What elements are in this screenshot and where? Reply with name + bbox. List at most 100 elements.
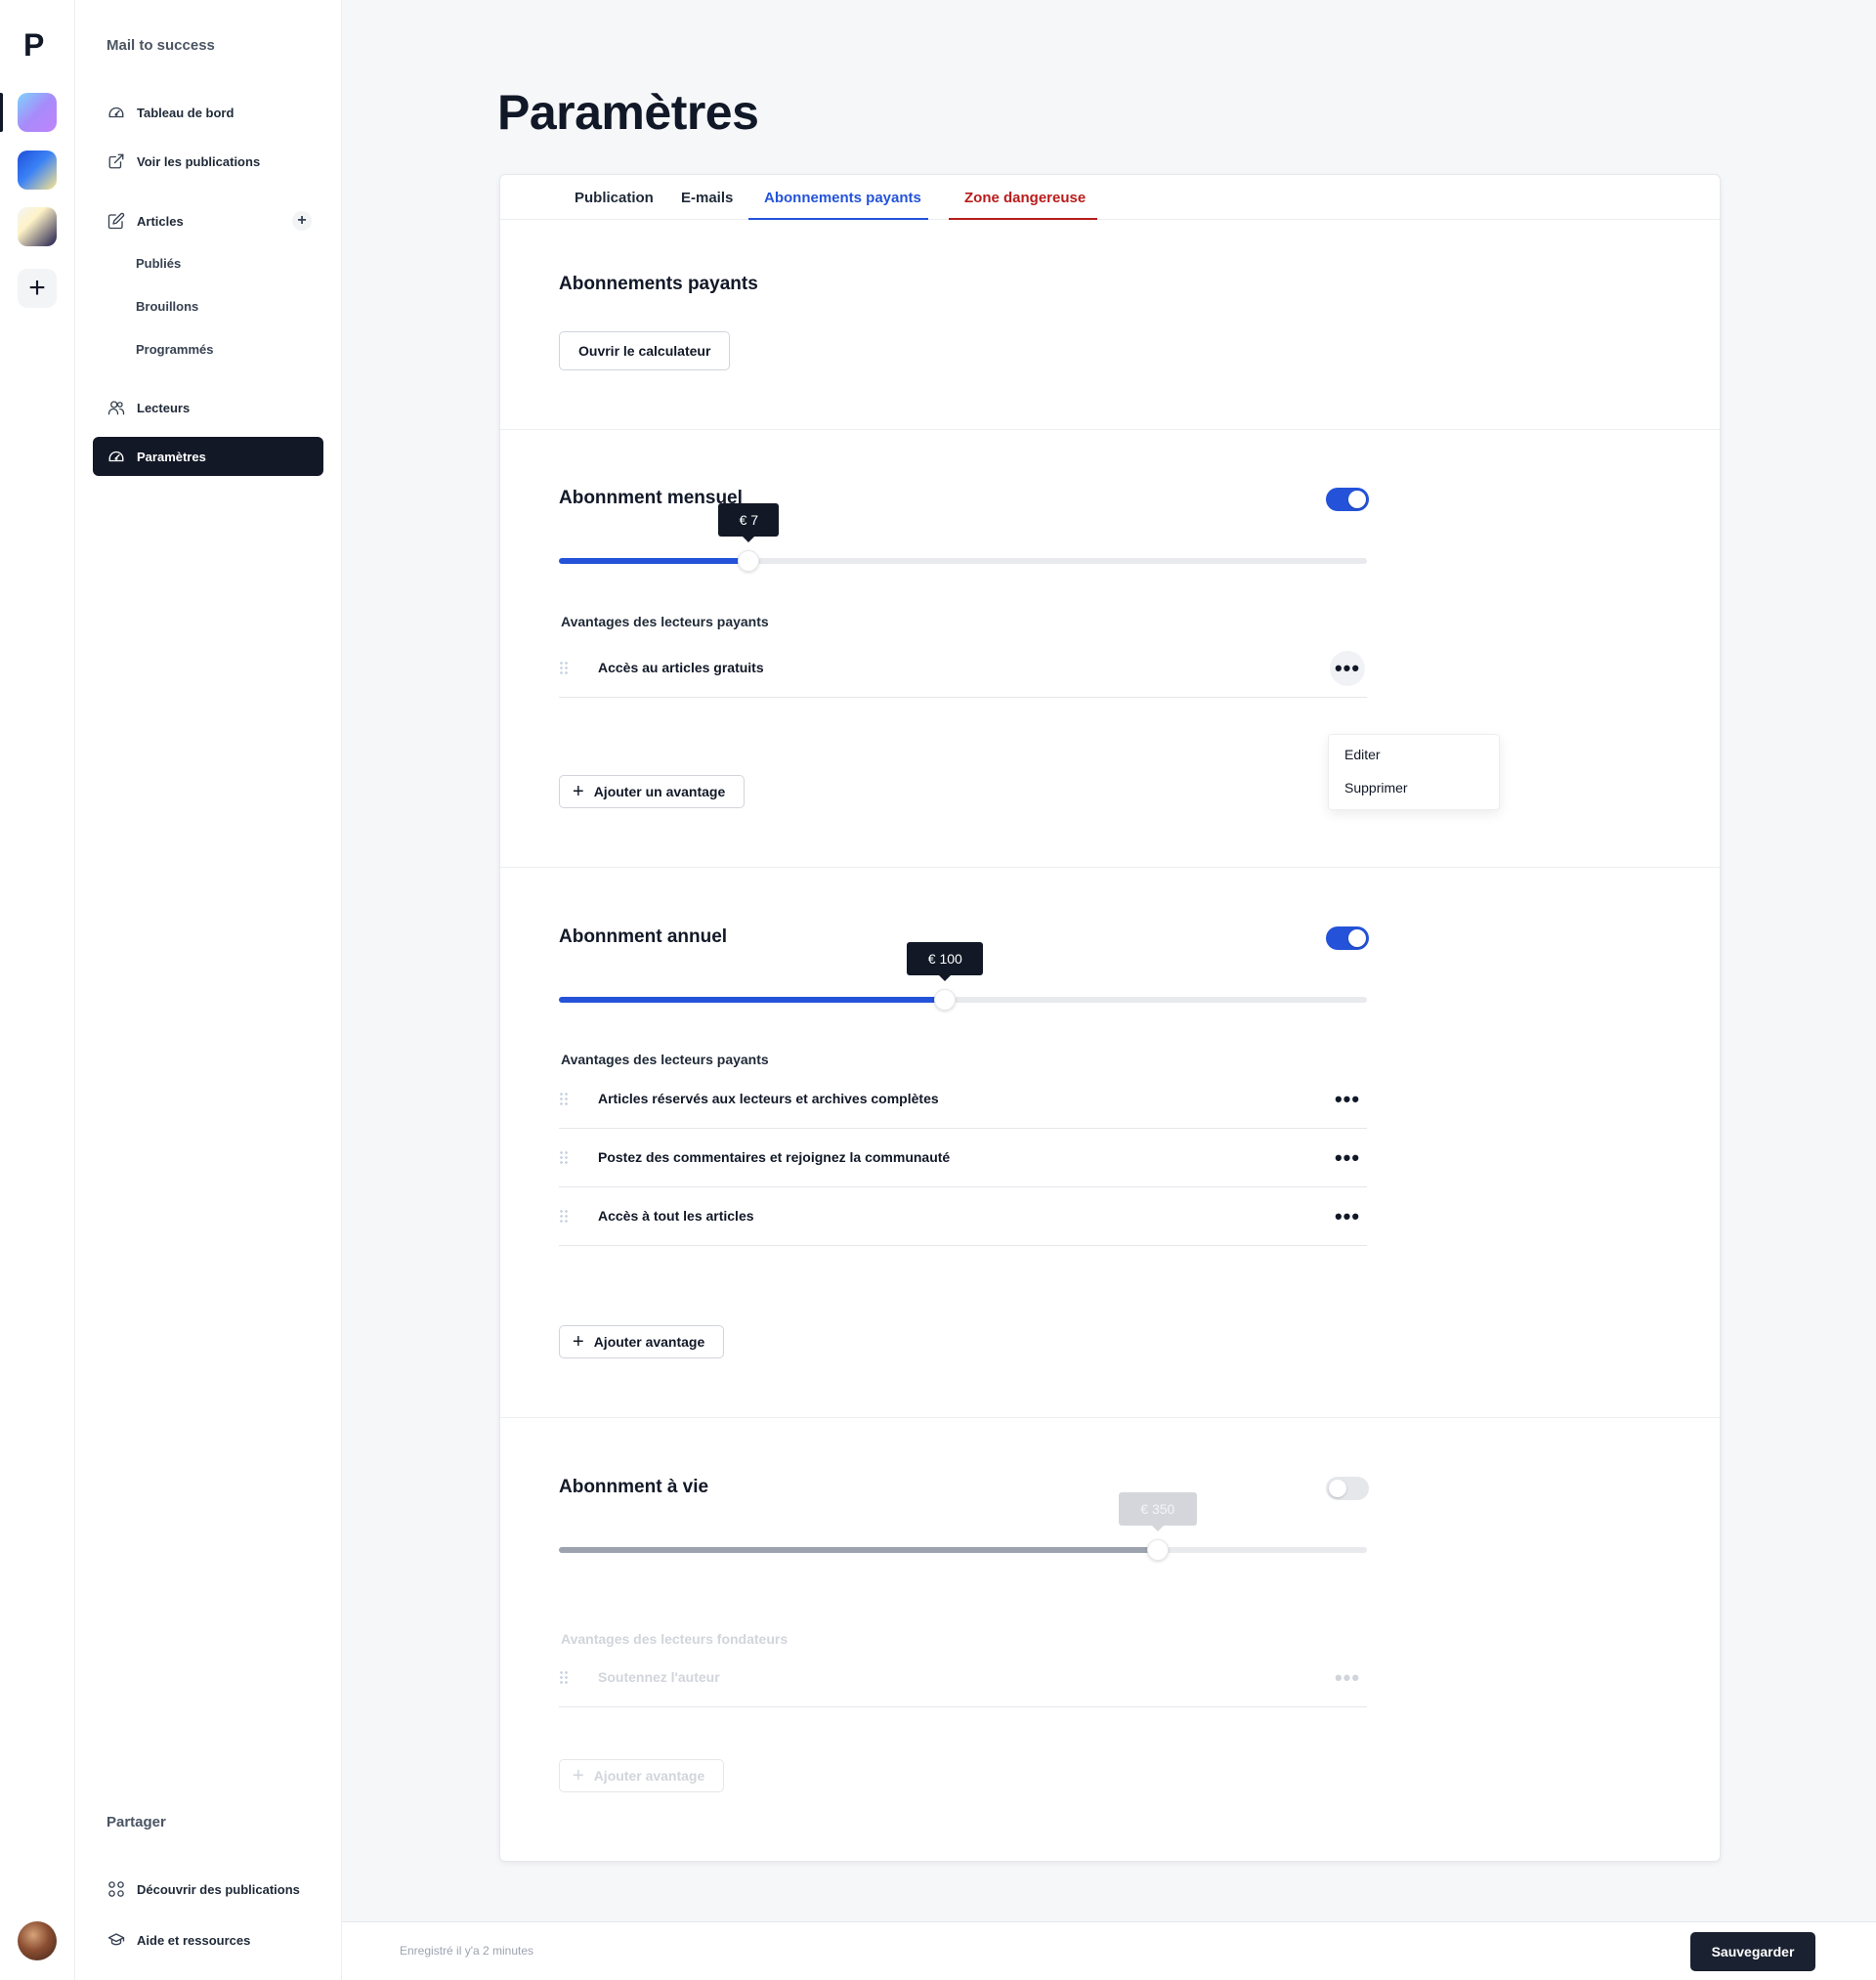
save-button[interactable]: Sauvegarder [1690, 1932, 1815, 1971]
plus-icon: + [573, 1331, 584, 1353]
more-options-button[interactable]: ••• [1330, 1082, 1365, 1117]
page-title: Paramètres [497, 85, 759, 140]
slider-fill [559, 558, 749, 564]
external-link-icon [107, 151, 126, 171]
edit-icon [107, 211, 126, 231]
saved-status: Enregistré il y'a 2 minutes [400, 1944, 534, 1958]
sidebar-item-discover[interactable]: Découvrir des publications [93, 1870, 323, 1909]
sidebar-item-dashboard[interactable]: Tableau de bord [93, 93, 323, 132]
paid-subscriptions-heading: Abonnements payants [559, 274, 758, 294]
drag-handle-icon[interactable] [559, 1209, 569, 1223]
add-benefit-label: Ajouter avantage [593, 1768, 705, 1784]
lifetime-subscription-heading: Abonnment à vie [559, 1477, 709, 1497]
slider-fill [559, 1547, 1158, 1553]
annual-subscription-heading: Abonnment annuel [559, 926, 728, 947]
list-item: Soutennez l'auteur ••• [559, 1649, 1367, 1707]
sidebar-subitem-published[interactable]: Publiés [136, 256, 181, 271]
benefit-options-menu: Editer Supprimer [1328, 734, 1500, 810]
plus-icon: + [573, 781, 584, 802]
section-divider [500, 429, 1720, 430]
active-tab-underline [748, 218, 928, 220]
publication-name: Mail to success [107, 37, 215, 54]
sidebar-item-settings[interactable]: Paramètres [93, 437, 323, 476]
benefit-text: Articles réservés aux lecteurs et archiv… [598, 1091, 939, 1106]
tab-danger-zone[interactable]: Zone dangereuse [964, 190, 1086, 206]
sidebar-item-label: Voir les publications [137, 153, 261, 169]
monthly-price-slider[interactable]: € 7 [559, 503, 1367, 572]
danger-tab-underline [949, 218, 1097, 220]
lifetime-price-slider[interactable]: € 350 [559, 1492, 1367, 1561]
sidebar-item-view-publications[interactable]: Voir les publications [93, 142, 323, 181]
settings-card: Publication E-mails Abonnements payants … [499, 174, 1721, 1862]
grid-circles-icon [107, 1879, 126, 1899]
sidebar-item-help[interactable]: Aide et ressources [93, 1920, 323, 1959]
list-item: Articles réservés aux lecteurs et archiv… [559, 1070, 1367, 1129]
settings-tabs: Publication E-mails Abonnements payants … [500, 175, 1720, 220]
add-benefit-button: + Ajouter avantage [559, 1759, 725, 1792]
dashboard-gauge-icon [107, 103, 126, 122]
sidebar-item-label: Lecteurs [137, 400, 191, 415]
slider-thumb[interactable] [1146, 1539, 1169, 1561]
monthly-benefits-heading: Avantages des lecteurs payants [561, 614, 769, 629]
tab-publication[interactable]: Publication [575, 190, 654, 206]
price-tooltip: € 100 [907, 942, 984, 981]
slider-thumb[interactable] [934, 989, 957, 1011]
add-workspace-button[interactable]: + [18, 269, 57, 308]
benefit-text: Postez des commentaires et rejoignez la … [598, 1149, 951, 1165]
workspace-3[interactable] [18, 207, 57, 246]
open-calculator-button[interactable]: Ouvrir le calculateur [559, 331, 731, 370]
list-item: Accès à tout les articles ••• [559, 1187, 1367, 1246]
more-options-button[interactable]: ••• [1330, 1199, 1365, 1234]
drag-handle-icon[interactable] [559, 1092, 569, 1105]
add-article-button[interactable]: + [292, 211, 312, 231]
more-options-button[interactable]: ••• [1330, 1141, 1365, 1176]
add-benefit-button[interactable]: + Ajouter avantage [559, 1325, 725, 1358]
benefit-text: Soutennez l'auteur [598, 1669, 720, 1685]
footer-bar: Enregistré il y'a 2 minutes Sauvegarder [342, 1921, 1876, 1980]
more-options-button: ••• [1334, 1665, 1361, 1690]
drag-handle-icon[interactable] [559, 1150, 569, 1164]
annual-price-slider[interactable]: € 100 [559, 942, 1367, 1011]
share-heading: Partager [107, 1814, 166, 1830]
graduation-cap-icon [107, 1930, 126, 1950]
tab-emails[interactable]: E-mails [681, 190, 733, 206]
sidebar-item-label: Paramètres [137, 449, 206, 464]
menu-item-edit[interactable]: Editer [1344, 747, 1381, 762]
tab-paid-subscriptions[interactable]: Abonnements payants [764, 190, 921, 206]
workspace-1[interactable] [18, 93, 57, 132]
benefit-text: Accès à tout les articles [598, 1208, 754, 1224]
drag-handle-icon[interactable] [559, 661, 569, 674]
active-workspace-indicator [0, 93, 3, 132]
add-benefit-label: Ajouter avantage [593, 1334, 705, 1350]
list-item: Accès au articles gratuits ••• [559, 639, 1367, 698]
users-icon [107, 398, 126, 417]
app-logo: P [23, 27, 45, 63]
sidebar-subitem-scheduled[interactable]: Programmés [136, 342, 213, 357]
slider-thumb[interactable] [738, 550, 760, 572]
price-tooltip: € 350 [1118, 1492, 1197, 1531]
toggle-knob [1348, 491, 1366, 508]
plus-icon: + [573, 1765, 584, 1786]
sidebar-item-label: Découvrir des publications [137, 1881, 300, 1897]
menu-item-delete[interactable]: Supprimer [1344, 780, 1408, 796]
slider-fill [559, 997, 946, 1003]
add-benefit-button[interactable]: + Ajouter un avantage [559, 775, 746, 808]
sidebar-subitem-drafts[interactable]: Brouillons [136, 299, 198, 314]
sidebar-item-label: Aide et ressources [137, 1932, 251, 1948]
add-benefit-label: Ajouter un avantage [593, 784, 726, 799]
annual-subscription-toggle[interactable] [1326, 926, 1369, 950]
sidebar-item-articles[interactable]: Articles + [93, 201, 323, 240]
more-options-button[interactable]: ••• [1330, 651, 1365, 686]
settings-gauge-icon [107, 447, 126, 466]
lifetime-subscription-toggle[interactable] [1326, 1477, 1369, 1500]
section-divider [500, 1417, 1720, 1418]
sidebar-item-label: Articles [137, 213, 184, 229]
monthly-subscription-toggle[interactable] [1326, 488, 1369, 511]
lifetime-benefits-heading: Avantages des lecteurs fondateurs [561, 1631, 789, 1647]
workspace-2[interactable] [18, 151, 57, 190]
toggle-knob [1348, 929, 1366, 947]
toggle-knob [1329, 1480, 1346, 1497]
list-item: Postez des commentaires et rejoignez la … [559, 1129, 1367, 1187]
avatar[interactable] [18, 1921, 57, 1960]
sidebar-item-readers[interactable]: Lecteurs [93, 388, 323, 427]
